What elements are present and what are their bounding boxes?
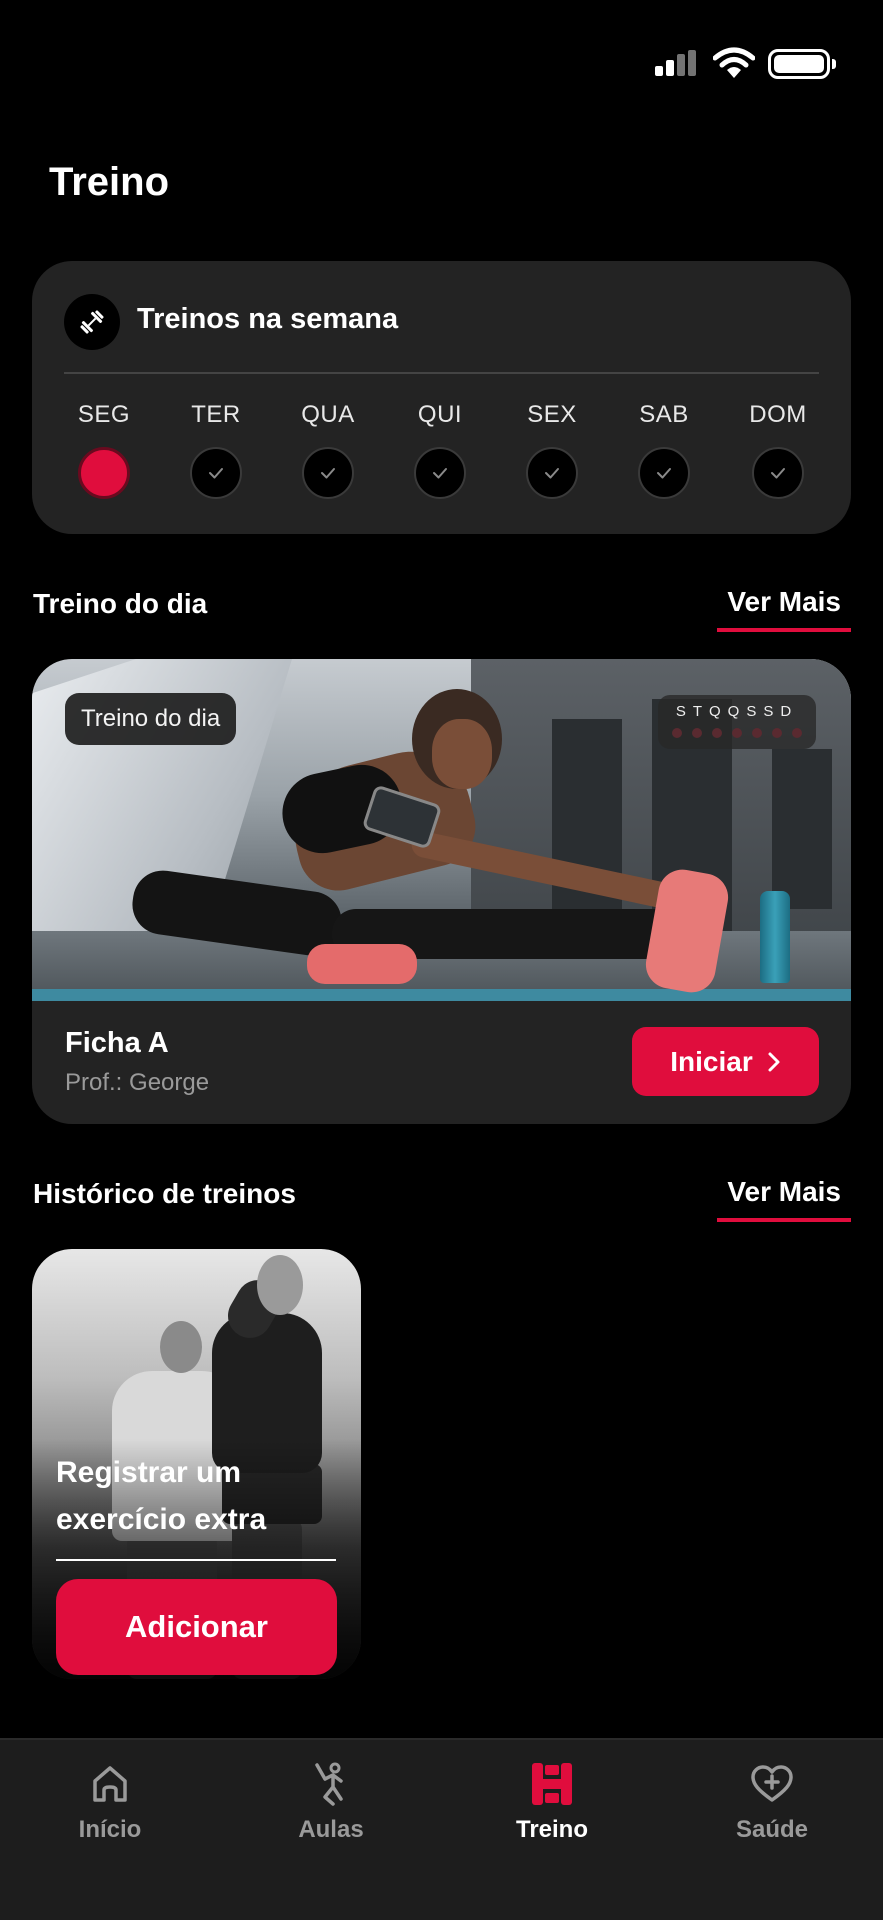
extra-exercise-text: Registrar um exercício extra (56, 1456, 267, 1536)
day-label: QUA (301, 401, 355, 428)
history-see-more-link[interactable]: Ver Mais (717, 1176, 851, 1222)
heart-plus-icon (682, 1760, 862, 1808)
extra-exercise-card: Registrar um exercício extra Adicionar (32, 1249, 361, 1679)
mini-week-indicator: STQQSSD (658, 695, 816, 749)
day-label: DOM (749, 401, 807, 428)
check-icon (752, 447, 804, 499)
day-label: TER (191, 401, 241, 428)
nav-label: Início (78, 1816, 142, 1843)
mini-week-letters: STQQSSD (675, 703, 799, 720)
day-label: SEX (527, 401, 577, 428)
workout-name: Ficha A (65, 1027, 169, 1059)
check-icon (526, 447, 578, 499)
nav-item-aulas[interactable]: Aulas (241, 1760, 421, 1844)
check-icon (638, 447, 690, 499)
day-qui[interactable]: QUI (400, 401, 480, 499)
nav-item-saude[interactable]: Saúde (682, 1760, 862, 1844)
history-section-title: Histórico de treinos (33, 1178, 296, 1209)
divider (56, 1559, 336, 1561)
week-card: Treinos na semana SEG TER QUA QUI SEX SA… (32, 261, 851, 534)
nav-item-treino[interactable]: Treino (462, 1760, 642, 1844)
signal-icon (655, 50, 701, 80)
start-button[interactable]: Iniciar (632, 1027, 819, 1096)
day-label: SEG (77, 401, 131, 428)
start-button-label: Iniciar (670, 1045, 753, 1077)
add-button[interactable]: Adicionar (56, 1579, 337, 1675)
workout-professor: Prof.: George (65, 1069, 210, 1096)
day-sex[interactable]: SEX (512, 401, 592, 499)
battery-icon (768, 49, 836, 79)
day-sab[interactable]: SAB (624, 401, 704, 499)
check-icon (190, 447, 242, 499)
divider (64, 372, 819, 374)
bottom-nav: Início Aulas Treino Saúde (0, 1738, 883, 1920)
status-bar (0, 0, 883, 120)
daily-section-title: Treino do dia (33, 588, 208, 619)
daily-tag: Treino do dia (65, 693, 237, 745)
chevron-right-icon (768, 1052, 780, 1071)
nav-label: Saúde (735, 1816, 809, 1843)
day-today-indicator (78, 447, 130, 499)
person-stretch-icon (241, 1760, 421, 1808)
day-label: QUI (417, 401, 463, 428)
week-title: Treinos na semana (137, 303, 399, 335)
daily-workout-card[interactable]: Treino do dia STQQSSD Ficha A Prof.: Geo… (32, 659, 851, 1124)
day-dom[interactable]: DOM (738, 401, 818, 499)
nav-label: Aulas (298, 1816, 364, 1843)
day-ter[interactable]: TER (176, 401, 256, 499)
home-icon (20, 1760, 200, 1808)
nav-label: Treino (515, 1816, 588, 1843)
wifi-icon (713, 47, 755, 78)
check-icon (414, 447, 466, 499)
dumbbell-icon (64, 294, 120, 350)
check-icon (302, 447, 354, 499)
dumbbell-grid-icon (462, 1760, 642, 1808)
day-seg[interactable]: SEG (64, 401, 144, 499)
day-qua[interactable]: QUA (288, 401, 368, 499)
day-label: SAB (639, 401, 689, 428)
daily-see-more-link[interactable]: Ver Mais (717, 586, 851, 632)
nav-item-inicio[interactable]: Início (20, 1760, 200, 1844)
page-title: Treino (49, 160, 170, 204)
